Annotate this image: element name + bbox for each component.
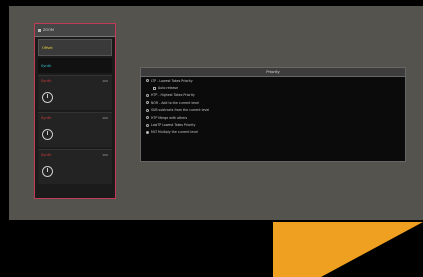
priority-option[interactable]: MLT Multiply the current level xyxy=(141,129,405,136)
priority-option[interactable]: NOR - Add to the current level xyxy=(141,99,405,106)
priority-option[interactable]: HTP Merge with others xyxy=(141,114,405,121)
track-1-number: 100 xyxy=(102,79,108,83)
priority-option[interactable]: Auto release xyxy=(141,84,405,91)
radio-icon[interactable] xyxy=(146,93,149,97)
checkbox-icon[interactable] xyxy=(153,86,156,90)
priority-option-label: HTP Merge with others xyxy=(151,115,188,120)
track-2[interactable]: Synth 100 xyxy=(38,112,112,147)
radio-icon[interactable] xyxy=(146,79,149,83)
track-2-label: Synth xyxy=(41,116,52,120)
priority-option[interactable]: LowTP Lowest Takes Priority xyxy=(141,121,405,128)
priority-option[interactable]: SUB subtracts from the current level xyxy=(141,107,405,114)
track-2-number: 100 xyxy=(102,116,108,120)
priority-option-label: Auto release xyxy=(158,86,179,91)
row-synth[interactable]: Synth xyxy=(38,58,112,73)
priority-option-label: NOR - Add to the current level xyxy=(151,100,200,105)
priority-option-label: LowTP Lowest Takes Priority xyxy=(151,123,196,128)
radio-icon[interactable] xyxy=(146,130,149,134)
knob-icon[interactable] xyxy=(42,129,53,140)
priority-option[interactable]: HTP - Highest Takes Priority xyxy=(141,92,405,99)
panel-header-label: ZOOM xyxy=(43,28,54,32)
priority-dialog: Priority LTP - Lowest Takes Priority Auto… xyxy=(140,67,406,162)
track-panel: ZOOM Offset Synth Synth 100 Synth 100 Sy… xyxy=(34,23,116,199)
priority-option-label: MLT Multiply the current level xyxy=(151,130,198,135)
dialog-title: Priority xyxy=(141,68,405,77)
radio-icon[interactable] xyxy=(146,101,149,105)
orange-arrow xyxy=(273,222,423,277)
knob-icon[interactable] xyxy=(42,166,53,177)
track-3[interactable]: Synth 100 xyxy=(38,149,112,184)
track-1[interactable]: Synth 100 xyxy=(38,75,112,110)
row-synth-label: Synth xyxy=(41,63,52,68)
priority-option-label: HTP - Highest Takes Priority xyxy=(151,93,195,98)
priority-option[interactable]: LTP - Lowest Takes Priority xyxy=(141,77,405,84)
radio-icon[interactable] xyxy=(146,116,149,120)
track-1-label: Synth xyxy=(41,79,52,83)
track-3-label: Synth xyxy=(41,153,52,157)
row-offset-label: Offset xyxy=(42,45,53,50)
priority-option-label: SUB subtracts from the current level xyxy=(151,108,210,113)
panel-header: ZOOM xyxy=(35,24,115,37)
knob-icon[interactable] xyxy=(42,92,53,103)
row-offset[interactable]: Offset xyxy=(38,39,112,56)
track-3-number: 100 xyxy=(102,153,108,157)
priority-options: LTP - Lowest Takes Priority Auto release H… xyxy=(141,77,405,136)
radio-icon[interactable] xyxy=(146,108,149,112)
priority-option-label: LTP - Lowest Takes Priority xyxy=(151,78,193,83)
radio-icon[interactable] xyxy=(146,123,149,127)
menu-icon[interactable] xyxy=(38,28,41,32)
